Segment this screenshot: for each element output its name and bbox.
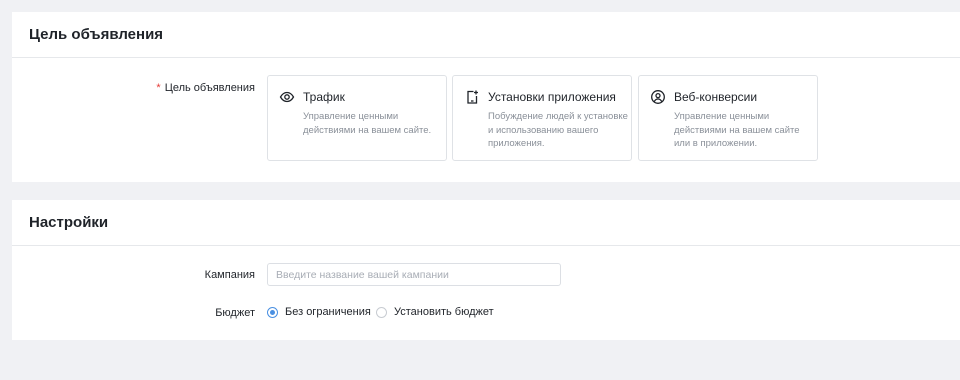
budget-label: Бюджет	[215, 307, 255, 319]
user-circle-icon	[650, 89, 666, 105]
radio-label: Установить бюджет	[394, 306, 494, 318]
objective-section-title: Цель объявления	[12, 12, 960, 58]
radio-button-checked[interactable]	[267, 306, 278, 318]
option-description: Управление ценными действиями на вашем с…	[303, 111, 432, 136]
option-description: Управление ценными действиями на вашем с…	[674, 111, 800, 149]
eye-icon	[279, 89, 295, 105]
objective-section: Цель объявления * Цель объявления Трафик …	[12, 12, 960, 182]
radio-label: Без ограничения	[285, 306, 371, 318]
required-mark: *	[156, 82, 161, 94]
option-description: Побуждение людей к установке и использов…	[488, 111, 628, 149]
app-install-icon	[464, 89, 480, 105]
option-title: Трафик	[303, 90, 345, 104]
campaign-label: Кампания	[204, 269, 255, 281]
objective-label-text: Цель объявления	[164, 82, 255, 94]
objective-field-label: * Цель объявления	[12, 82, 255, 94]
option-title: Установки приложения	[488, 90, 616, 104]
objective-option-app-installs[interactable]: Установки приложения Побуждение людей к …	[452, 75, 632, 161]
settings-section-title: Настройки	[12, 200, 960, 246]
option-title: Веб-конверсии	[674, 90, 758, 104]
budget-option-unlimited[interactable]: Без ограничения	[267, 306, 371, 318]
settings-section: Настройки Кампания Бюджет Без ограничени…	[12, 200, 960, 340]
campaign-name-input[interactable]	[267, 263, 561, 286]
budget-option-set-budget[interactable]: Установить бюджет	[376, 306, 494, 318]
objective-option-web-conversions[interactable]: Веб-конверсии Управление ценными действи…	[638, 75, 818, 161]
radio-button[interactable]	[376, 306, 387, 318]
objective-option-traffic[interactable]: Трафик Управление ценными действиями на …	[267, 75, 447, 161]
